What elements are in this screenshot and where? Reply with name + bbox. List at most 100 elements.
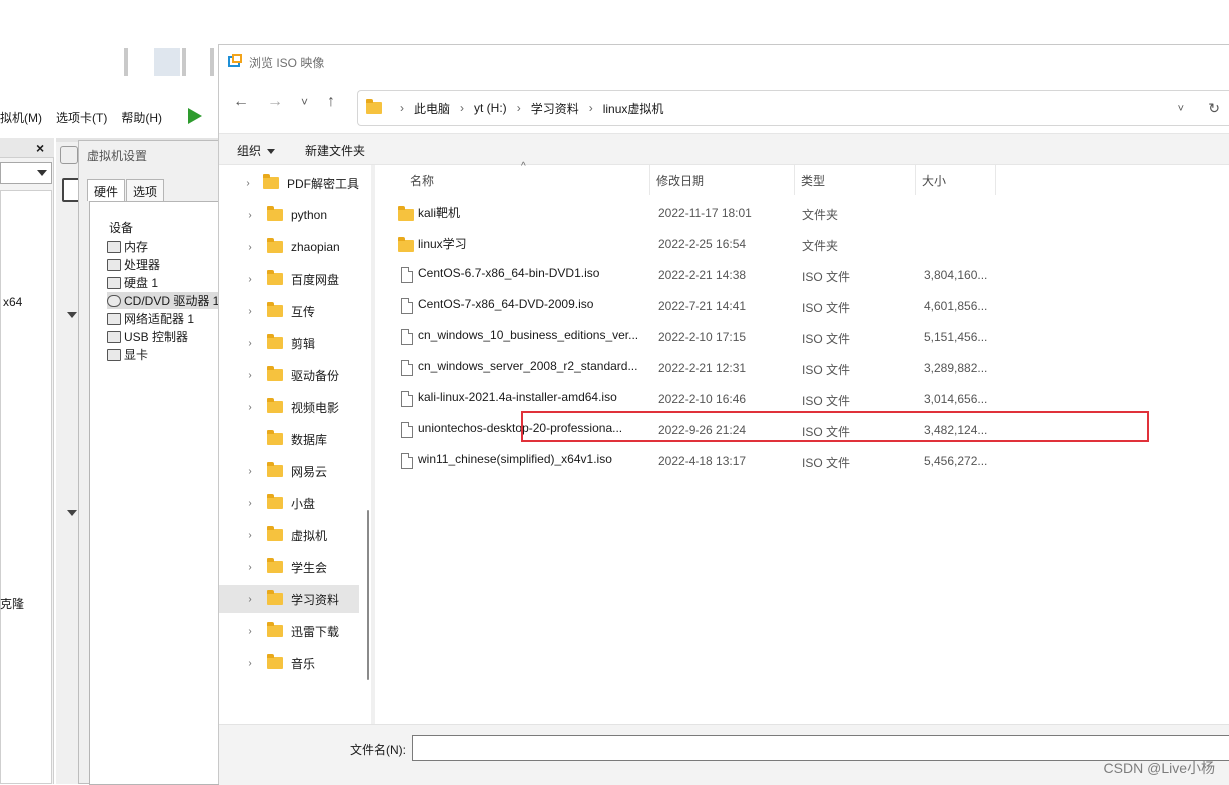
tree-item[interactable]: › 网易云 bbox=[219, 457, 359, 485]
recent-locations-button[interactable]: ˅ bbox=[301, 95, 308, 109]
tree-item[interactable]: › 虚拟机 bbox=[219, 521, 359, 549]
chevron-right-icon[interactable]: › bbox=[245, 274, 255, 285]
device-display[interactable]: 显卡 bbox=[107, 346, 148, 363]
tree-item[interactable]: ›数据库 bbox=[219, 425, 359, 453]
chevron-right-icon[interactable]: › bbox=[245, 242, 255, 253]
file-type: 文件夹 bbox=[802, 208, 839, 222]
chevron-right-icon: › bbox=[516, 101, 521, 115]
folder-icon bbox=[267, 622, 283, 637]
chevron-right-icon[interactable]: › bbox=[245, 402, 255, 413]
device-cpu[interactable]: 处理器 bbox=[107, 256, 160, 273]
cpu-icon bbox=[107, 258, 121, 271]
vm-settings-title: 虚拟机设置 bbox=[87, 149, 148, 163]
file-row[interactable]: kali-linux-2021.4a-installer-amd64.iso 20… bbox=[376, 384, 1229, 414]
device-usb[interactable]: USB 控制器 bbox=[107, 328, 188, 345]
tree-item[interactable]: › 小盘 bbox=[219, 489, 359, 517]
tree-item[interactable]: › 迅雷下载 bbox=[219, 617, 359, 645]
column-date[interactable]: 修改日期 bbox=[650, 165, 795, 195]
chevron-right-icon[interactable]: › bbox=[245, 530, 255, 541]
library-item-x64[interactable]: x64 bbox=[3, 295, 22, 309]
breadcrumb-study[interactable]: 学习资料 bbox=[531, 100, 579, 117]
vm-tab-icon[interactable] bbox=[60, 146, 78, 164]
tree-item[interactable]: › 音乐 bbox=[219, 649, 359, 677]
file-row[interactable]: kali靶机 2022-11-17 18:01 文件夹 bbox=[376, 198, 1229, 228]
chevron-right-icon[interactable]: › bbox=[245, 210, 255, 221]
file-row[interactable]: linux学习 2022-2-25 16:54 文件夹 bbox=[376, 229, 1229, 259]
vm-tab-strip bbox=[124, 48, 216, 76]
breadcrumb-linux-vm[interactable]: linux虚拟机 bbox=[603, 100, 664, 117]
tree-item[interactable]: › 学习资料 bbox=[219, 585, 359, 613]
menu-help[interactable]: 帮助(H) bbox=[121, 109, 162, 126]
breadcrumb-drive[interactable]: yt (H:) bbox=[474, 101, 507, 115]
tree-item[interactable]: › 互传 bbox=[219, 297, 359, 325]
tree-item-label: 学生会 bbox=[291, 560, 328, 575]
tree-item[interactable]: › 学生会 bbox=[219, 553, 359, 581]
file-icon bbox=[401, 298, 413, 314]
file-name: kali靶机 bbox=[418, 206, 461, 220]
tree-item[interactable]: › 剪辑 bbox=[219, 329, 359, 357]
file-row[interactable]: win11_chinese(simplified)_x64v1.iso 2022-… bbox=[376, 446, 1229, 476]
column-type[interactable]: 类型 bbox=[795, 165, 916, 195]
device-network[interactable]: 网络适配器 1 bbox=[107, 310, 194, 327]
chevron-right-icon[interactable]: › bbox=[245, 562, 255, 573]
tree-scrollbar[interactable] bbox=[367, 510, 369, 680]
column-size[interactable]: 大小 bbox=[916, 165, 996, 195]
chevron-right-icon[interactable]: › bbox=[245, 370, 255, 381]
new-folder-button[interactable]: 新建文件夹 bbox=[305, 142, 365, 159]
folder-icon bbox=[262, 174, 279, 189]
chevron-right-icon[interactable]: › bbox=[245, 466, 255, 477]
expand-arrow-icon[interactable] bbox=[67, 312, 77, 318]
chevron-right-icon[interactable]: › bbox=[245, 306, 255, 317]
file-icon bbox=[401, 360, 413, 376]
tree-item[interactable]: › 百度网盘 bbox=[219, 265, 359, 293]
up-button[interactable]: ↑ bbox=[327, 93, 335, 111]
file-type: 文件夹 bbox=[802, 239, 839, 253]
tab-options[interactable]: 选项 bbox=[126, 179, 165, 201]
file-row[interactable]: cn_windows_10_business_editions_ver... 20… bbox=[376, 322, 1229, 352]
library-combo[interactable] bbox=[0, 162, 52, 184]
tree-item[interactable]: › zhaopian bbox=[219, 233, 359, 261]
file-row[interactable]: cn_windows_server_2008_r2_standard... 202… bbox=[376, 353, 1229, 383]
chevron-right-icon[interactable]: › bbox=[245, 498, 255, 509]
navigation-pane: › PDF解密工具 › python › zhaopian › 百度网盘 › 互传 › 剪辑 › 驱动备份… bbox=[219, 165, 371, 749]
play-icon[interactable] bbox=[188, 108, 202, 124]
device-disk[interactable]: 硬盘 1 bbox=[107, 274, 158, 291]
display-icon bbox=[107, 348, 121, 361]
refresh-icon[interactable]: ↻ bbox=[1208, 100, 1220, 117]
menu-tabs[interactable]: 选项卡(T) bbox=[56, 109, 107, 126]
tree-item-label: 迅雷下载 bbox=[291, 624, 340, 639]
device-cdrom[interactable]: CD/DVD 驱动器 1 bbox=[107, 292, 220, 309]
back-button[interactable]: ← bbox=[233, 93, 249, 111]
chevron-right-icon[interactable]: › bbox=[245, 178, 251, 189]
address-dropdown-icon[interactable]: ˅ bbox=[1178, 103, 1184, 115]
tree-item[interactable]: › PDF解密工具 bbox=[219, 169, 359, 197]
tree-item[interactable]: › 驱动备份 bbox=[219, 361, 359, 389]
tree-item[interactable]: › python bbox=[219, 201, 359, 229]
pane-divider[interactable] bbox=[371, 165, 375, 724]
file-name: cn_windows_server_2008_r2_standard... bbox=[418, 359, 638, 373]
device-memory[interactable]: 内存 bbox=[107, 238, 148, 255]
chevron-right-icon[interactable]: › bbox=[245, 594, 255, 605]
tree-item[interactable]: › 视频电影 bbox=[219, 393, 359, 421]
menu-vm[interactable]: 拟机(M) bbox=[0, 109, 42, 126]
column-name[interactable]: 名称 bbox=[404, 165, 650, 195]
chevron-right-icon: › bbox=[588, 101, 593, 115]
file-name: cn_windows_10_business_editions_ver... bbox=[418, 328, 639, 342]
organize-button[interactable]: 组织 bbox=[237, 142, 276, 159]
file-row[interactable]: CentOS-7-x86_64-DVD-2009.iso 2022-7-21 14… bbox=[376, 291, 1229, 321]
forward-button[interactable]: → bbox=[267, 93, 283, 111]
folder-icon bbox=[267, 398, 283, 413]
address-bar[interactable]: › 此电脑 › yt (H:) › 学习资料 › linux虚拟机 ˅ ↻ bbox=[357, 90, 1229, 126]
library-close-icon[interactable]: × bbox=[36, 140, 44, 156]
chevron-right-icon[interactable]: › bbox=[245, 658, 255, 669]
chevron-right-icon[interactable]: › bbox=[245, 338, 255, 349]
tab-hardware[interactable]: 硬件 bbox=[87, 179, 126, 201]
expand-arrow-icon[interactable] bbox=[67, 510, 77, 516]
file-row[interactable]: CentOS-6.7-x86_64-bin-DVD1.iso 2022-2-21 … bbox=[376, 260, 1229, 290]
tree-item-label: 驱动备份 bbox=[291, 368, 340, 383]
breadcrumb-this-pc[interactable]: 此电脑 bbox=[414, 100, 450, 117]
tree-item-label: 互传 bbox=[291, 304, 316, 319]
chevron-right-icon[interactable]: › bbox=[245, 626, 255, 637]
library-item-clone[interactable]: 克隆 bbox=[0, 595, 24, 612]
disk-icon bbox=[107, 276, 121, 289]
